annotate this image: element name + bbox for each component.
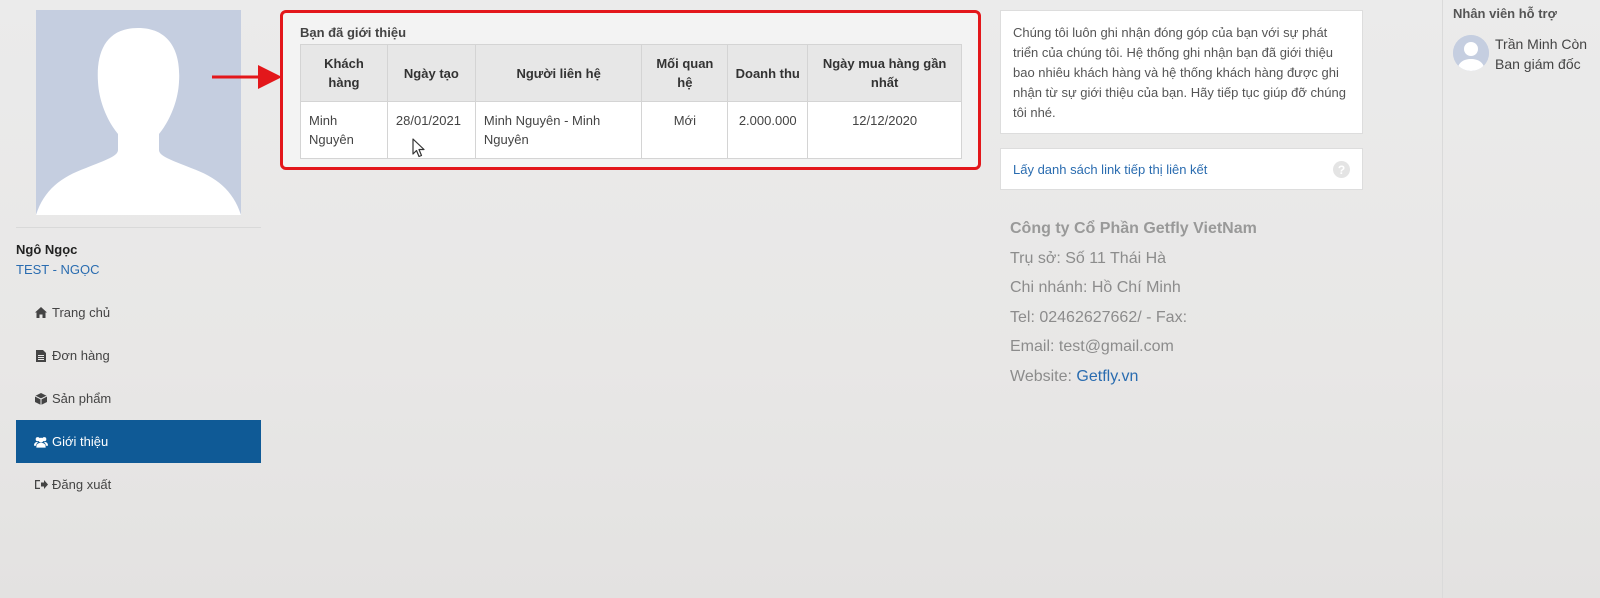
mouse-cursor-icon — [412, 138, 425, 158]
nav-item-logout[interactable]: Đăng xuất — [16, 463, 261, 506]
company-website: Website: Getfly.vn — [1010, 362, 1257, 392]
help-icon[interactable]: ? — [1333, 161, 1350, 178]
column-header-last-purchase: Ngày mua hàng gần nhất — [807, 44, 962, 102]
company-branch: Chi nhánh: Hồ Chí Minh — [1010, 279, 1181, 296]
annotation-arrow-icon — [212, 65, 282, 89]
cell-revenue: 2.000.000 — [727, 101, 809, 159]
user-name: Ngô Ngọc — [16, 242, 78, 257]
company-info: Công ty Cổ Phần Getfly VietNam Trụ sở: S… — [1010, 214, 1257, 391]
avatar-silhouette-icon — [36, 10, 241, 215]
referral-info-box: Chúng tôi luôn ghi nhận đóng góp của bạn… — [1000, 10, 1363, 134]
cell-created: 28/01/2021 — [386, 101, 476, 159]
column-header-relation: Mối quan hệ — [641, 44, 729, 102]
nav-item-products[interactable]: Sản phẩm — [16, 377, 261, 420]
nav-item-label: Trang chủ — [52, 305, 111, 320]
column-header-customer: Khách hàng — [300, 44, 388, 102]
cell-last-purchase: 12/12/2020 — [807, 101, 962, 159]
nav-item-label: Đăng xuất — [52, 477, 112, 492]
affiliate-link-button[interactable]: Lấy danh sách link tiếp thị liên kết ? — [1000, 148, 1363, 190]
home-icon — [34, 306, 48, 320]
support-role: Ban giám đốc — [1495, 56, 1581, 72]
company-email: Email: test@gmail.com — [1010, 338, 1174, 355]
column-header-contact: Người liên hệ — [474, 44, 643, 102]
user-avatar — [36, 10, 241, 215]
nav-item-label: Sản phẩm — [52, 391, 112, 406]
cube-icon — [34, 392, 48, 406]
avatar-silhouette-icon — [1453, 35, 1489, 71]
users-icon — [34, 435, 48, 449]
sign-out-icon — [34, 478, 48, 492]
user-company[interactable]: TEST - NGỌC — [16, 262, 100, 277]
column-header-revenue: Doanh thu — [727, 44, 809, 102]
website-label: Website: — [1010, 367, 1077, 385]
referral-panel-title: Bạn đã giới thiệu — [300, 25, 407, 40]
affiliate-link-label: Lấy danh sách link tiếp thị liên kết — [1013, 161, 1208, 177]
company-hq: Trụ sở: Số 11 Thái Hà — [1010, 249, 1167, 267]
cell-contact: Minh Nguyên - Minh Nguyên — [474, 101, 643, 159]
sidebar-nav: Trang chủ Đơn hàng Sản phẩm Giới thiệu Đ… — [16, 291, 261, 506]
column-header-created: Ngày tạo — [386, 44, 476, 102]
table-header-row: Khách hàng Ngày tạo Người liên hệ Mối qu… — [300, 44, 962, 102]
nav-item-orders[interactable]: Đơn hàng — [16, 334, 261, 377]
support-name[interactable]: Trần Minh Còn — [1495, 36, 1587, 52]
cell-customer: Minh Nguyên — [300, 101, 388, 159]
support-avatar — [1453, 35, 1489, 71]
file-icon — [34, 349, 48, 363]
nav-item-label: Đơn hàng — [52, 348, 110, 363]
nav-item-referral[interactable]: Giới thiệu — [16, 420, 261, 463]
referral-panel: Bạn đã giới thiệu Khách hàng Ngày tạo Ng… — [280, 10, 981, 170]
nav-item-home[interactable]: Trang chủ — [16, 291, 261, 334]
support-title: Nhân viên hỗ trợ — [1453, 6, 1557, 21]
support-column: Nhân viên hỗ trợ Trần Minh Còn Ban giám … — [1442, 0, 1600, 598]
table-row: Minh Nguyên 28/01/2021 Minh Nguyên - Min… — [300, 101, 962, 159]
sidebar-divider — [16, 227, 261, 228]
website-link[interactable]: Getfly.vn — [1076, 368, 1138, 385]
referral-table: Khách hàng Ngày tạo Người liên hệ Mối qu… — [300, 44, 962, 159]
cell-relation: Mới — [641, 101, 729, 159]
company-name: Công ty Cổ Phần Getfly VietNam — [1010, 220, 1257, 237]
company-tel: Tel: 02462627662/ - Fax: — [1010, 308, 1188, 326]
nav-item-label: Giới thiệu — [52, 434, 109, 449]
